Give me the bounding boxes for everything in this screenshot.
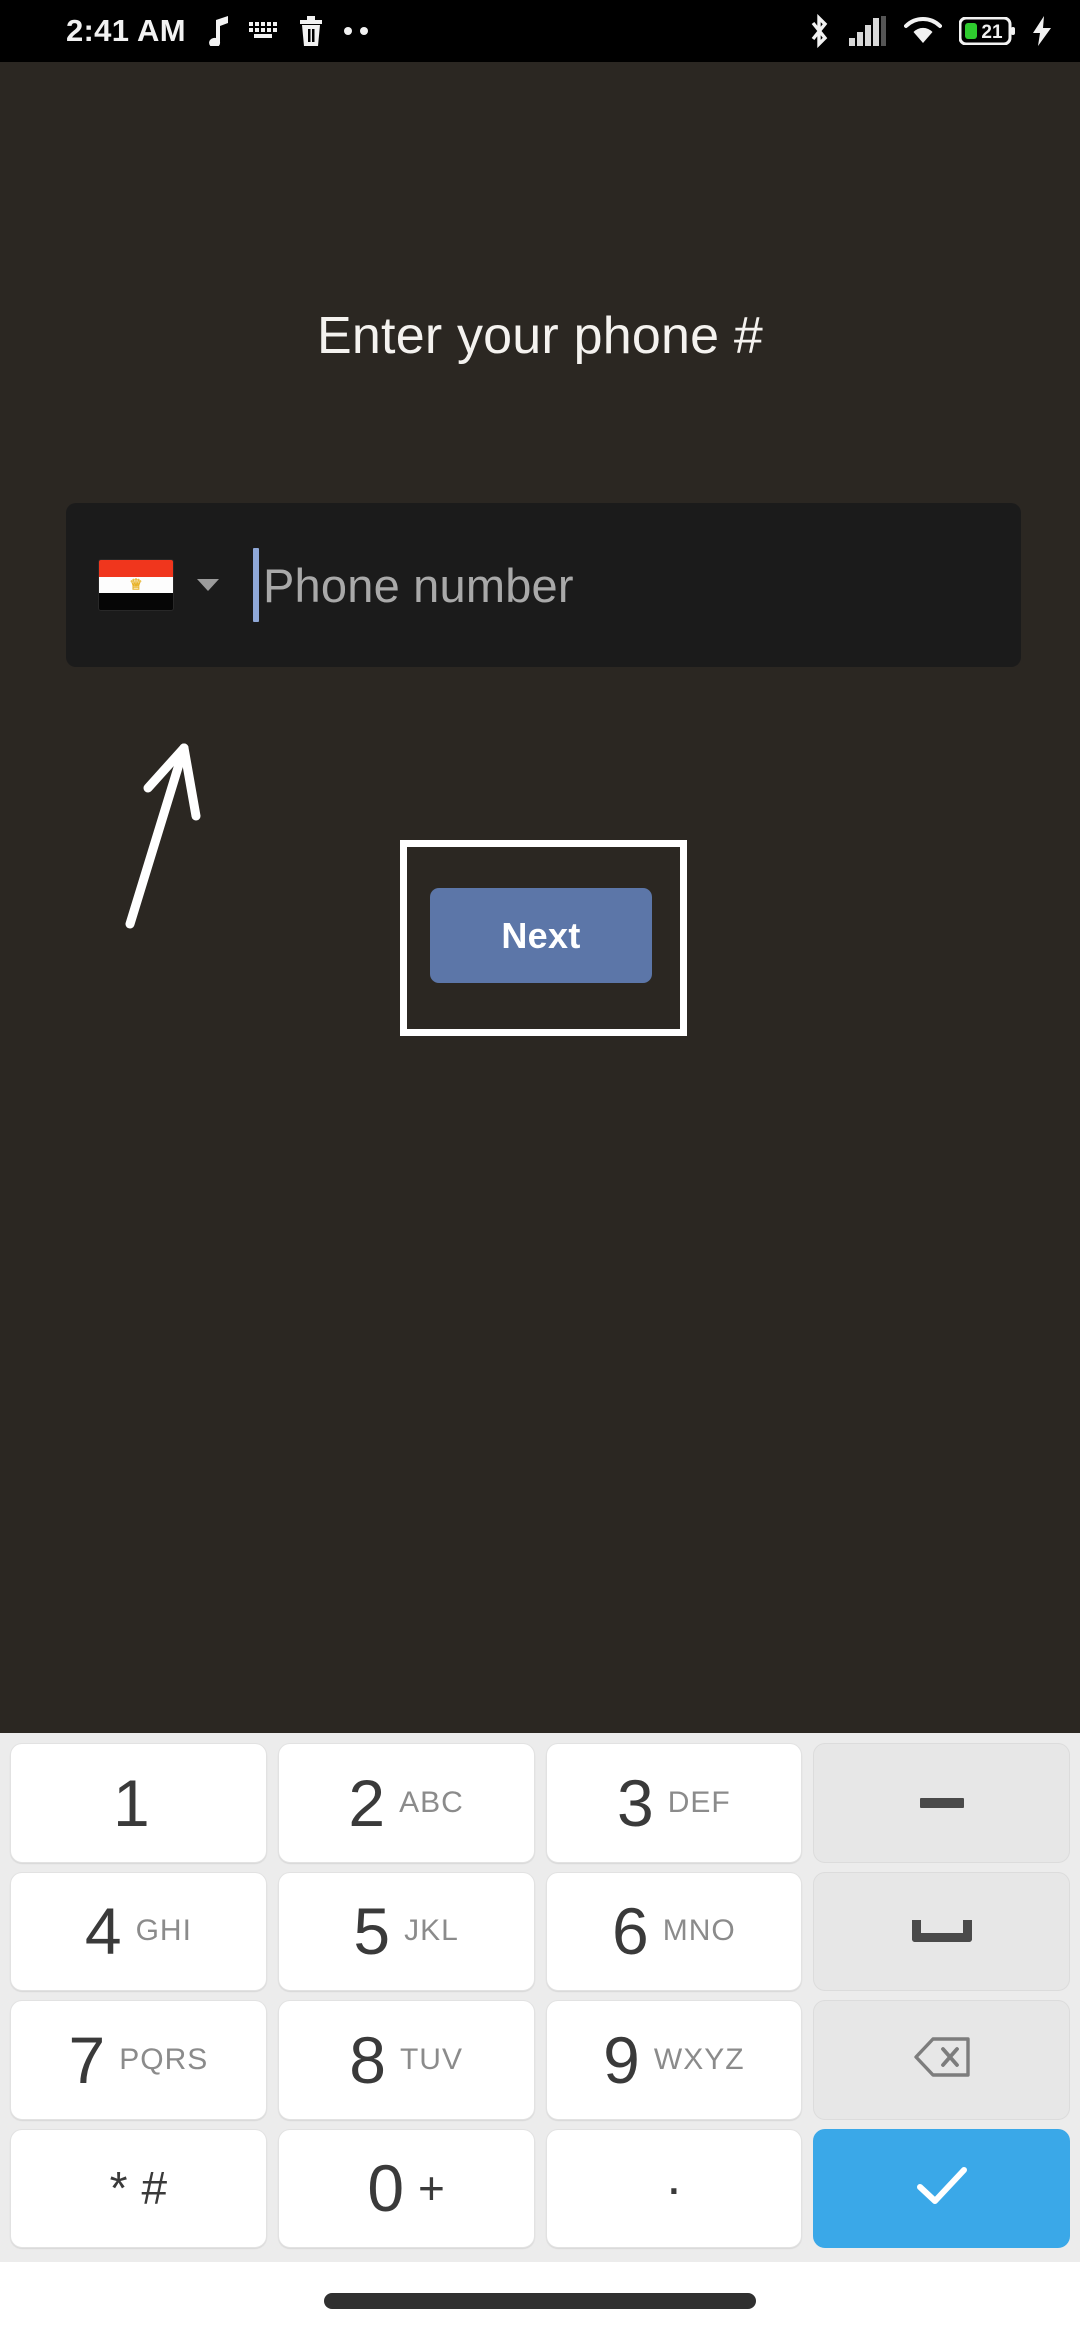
- country-flag-wrap[interactable]: ♕: [99, 560, 179, 610]
- numeric-keyboard: 1 2 ABC 3 DEF 4 GHI 5 JKL 6 MNO 7 PQRS 8…: [0, 1733, 1080, 2262]
- backspace-icon: [913, 2036, 971, 2083]
- key-digit: 2: [348, 1765, 386, 1840]
- key-digit: 9: [603, 2022, 640, 2097]
- app-content: Enter your phone # ♕ Phone number Next: [0, 62, 1080, 1733]
- space-icon: [911, 1920, 972, 1943]
- key-digit: 6: [612, 1894, 649, 1969]
- star-hash-key[interactable]: * #: [10, 2128, 267, 2248]
- period-key[interactable]: .: [545, 2128, 803, 2248]
- key-8[interactable]: 8 TUV: [277, 2000, 535, 2120]
- phone-number-placeholder: Phone number: [263, 558, 574, 612]
- key-letters: WXYZ: [653, 2042, 745, 2076]
- key-letters: TUV: [399, 2042, 463, 2076]
- chevron-down-icon[interactable]: [197, 579, 219, 591]
- key-letters: ABC: [399, 1785, 464, 1819]
- music-note-icon: [204, 16, 230, 48]
- annotation-arrow-icon: [125, 743, 201, 929]
- key-letters: GHI: [135, 1914, 192, 1948]
- key-digit: 4: [84, 1894, 122, 1969]
- enter-key[interactable]: [813, 2128, 1070, 2248]
- key-2[interactable]: 2 ABC: [277, 1743, 535, 1863]
- egypt-flag-icon: ♕: [99, 560, 173, 610]
- key-4[interactable]: 4 GHI: [10, 1871, 267, 1991]
- key-letters: DEF: [667, 1785, 731, 1819]
- status-bar: 2:41 AM 21: [0, 0, 1080, 62]
- key-1[interactable]: 1: [10, 1743, 267, 1863]
- dash-icon: [919, 1797, 964, 1808]
- key-3[interactable]: 3 DEF: [545, 1743, 803, 1863]
- trash-icon: [298, 16, 324, 46]
- cellular-signal-icon: [849, 16, 887, 46]
- text-cursor: [253, 548, 259, 622]
- page-title: Enter your phone #: [317, 307, 763, 365]
- key-hash: #: [141, 2162, 168, 2215]
- key-7[interactable]: 7 PQRS: [10, 2000, 267, 2120]
- battery-icon: 21: [958, 16, 1015, 46]
- status-bar-clock: 2:41 AM: [66, 13, 186, 48]
- space-key[interactable]: [813, 1871, 1070, 1991]
- key-star: *: [109, 2162, 128, 2215]
- key-9[interactable]: 9 WXYZ: [545, 2000, 803, 2120]
- key-letters: MNO: [662, 1914, 736, 1948]
- keyboard-row: 1 2 ABC 3 DEF: [10, 1743, 1070, 1863]
- status-bar-left: 2:41 AM: [66, 13, 372, 49]
- dash-key[interactable]: [813, 1743, 1070, 1863]
- phone-number-input-field[interactable]: ♕ Phone number: [66, 503, 1021, 667]
- eagle-emblem-icon: ♕: [129, 576, 143, 594]
- more-dots-icon: [342, 26, 372, 36]
- key-letters: PQRS: [119, 2042, 209, 2076]
- key-5[interactable]: 5 JKL: [277, 1871, 535, 1991]
- bluetooth-icon: [806, 13, 832, 49]
- key-digit: 0: [367, 2151, 405, 2226]
- checkmark-icon: [914, 2164, 970, 2213]
- keyboard-row: 4 GHI 5 JKL 6 MNO: [10, 1871, 1070, 1991]
- status-bar-right: 21: [806, 13, 1052, 49]
- system-navigation-bar: [0, 2262, 1080, 2340]
- wifi-icon: [904, 16, 942, 46]
- svg-text:21: 21: [981, 22, 1003, 43]
- charging-bolt-icon: [1032, 16, 1052, 46]
- key-plus: +: [418, 2162, 445, 2215]
- key-digit: 7: [68, 2022, 106, 2097]
- key-digit: 3: [617, 1765, 654, 1840]
- key-period: .: [666, 2146, 682, 2207]
- keyboard-row: * # 0 + .: [10, 2128, 1070, 2248]
- key-digit: 1: [113, 1765, 150, 1840]
- backspace-key[interactable]: [813, 2000, 1070, 2120]
- key-digit: 8: [349, 2022, 386, 2097]
- key-letters: JKL: [404, 1914, 459, 1948]
- key-0[interactable]: 0 +: [277, 2128, 535, 2248]
- keyboard-icon: [248, 19, 280, 43]
- keyboard-row: 7 PQRS 8 TUV 9 WXYZ: [10, 2000, 1070, 2120]
- key-digit: 5: [353, 1894, 391, 1969]
- next-button[interactable]: Next: [430, 888, 652, 983]
- key-6[interactable]: 6 MNO: [545, 1871, 803, 1991]
- gesture-home-handle[interactable]: [324, 2293, 756, 2309]
